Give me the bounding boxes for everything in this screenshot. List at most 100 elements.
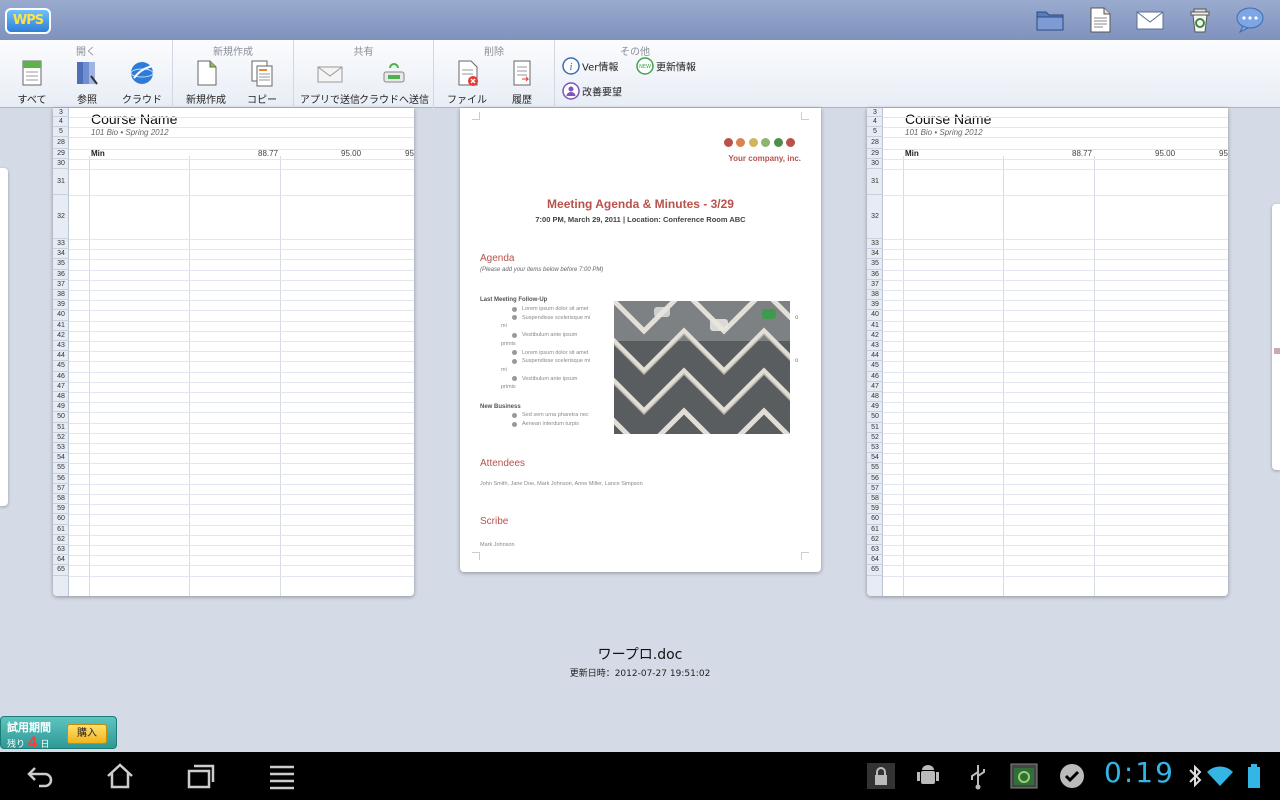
checkmark-icon xyxy=(1060,764,1084,788)
status-clock: 0:19 xyxy=(1104,756,1175,789)
previous-card-edge[interactable] xyxy=(0,168,8,506)
row-number: 64 xyxy=(53,555,69,566)
copy-button[interactable]: コピー xyxy=(234,56,290,106)
mail-icon[interactable] xyxy=(1135,6,1165,34)
doc-meta: 7:00 PM, March 29, 2011 | Location: Conf… xyxy=(535,215,746,224)
bullet-item: Suspendisse scelerisque mi xyxy=(512,315,590,321)
cloud-upload-icon xyxy=(383,63,405,83)
svg-text:NEW: NEW xyxy=(639,64,651,70)
row-number: 42 xyxy=(867,331,883,341)
home-icon[interactable] xyxy=(105,762,135,790)
row-number: 58 xyxy=(53,494,69,505)
row-number: 64 xyxy=(867,555,883,566)
folder-icon[interactable] xyxy=(1035,6,1065,34)
row-number: 43 xyxy=(53,341,69,352)
row-number: 33 xyxy=(867,239,883,250)
version-info-button[interactable]: i Ver情報 xyxy=(562,57,618,77)
doc-title: Meeting Agenda & Minutes - 3/29 xyxy=(547,197,734,211)
copy-icon xyxy=(251,60,273,87)
row-number: 45 xyxy=(867,361,883,372)
menu-icon[interactable] xyxy=(267,762,297,790)
color-dot xyxy=(736,138,746,147)
scribe-name: Mark Johnson xyxy=(480,542,515,548)
svg-text:i: i xyxy=(569,61,572,73)
buy-button[interactable]: 購入 xyxy=(67,724,107,744)
row-number: 35 xyxy=(867,259,883,270)
send-by-app-button[interactable]: アプリで送信 xyxy=(300,56,360,106)
row-number: 38 xyxy=(53,290,69,301)
binder-icon xyxy=(77,62,98,85)
next-card-edge[interactable] xyxy=(1272,204,1280,470)
row-number: 38 xyxy=(867,290,883,301)
row-number: 31 xyxy=(53,169,69,195)
trial-days-suffix: 日 xyxy=(40,740,50,750)
row-number: 52 xyxy=(53,433,69,443)
row-number: 50 xyxy=(867,412,883,423)
delete-file-icon xyxy=(458,60,478,86)
row-number: 28 xyxy=(867,137,883,149)
trial-title: 試用期間 xyxy=(7,721,51,734)
row-number: 39 xyxy=(867,300,883,311)
row-number: 54 xyxy=(867,453,883,464)
sheet-value: 95.00 xyxy=(1155,149,1176,158)
row-number: 59 xyxy=(53,504,69,515)
update-info-label: 更新情報 xyxy=(656,62,696,74)
update-info-button[interactable]: NEW 更新情報 xyxy=(636,57,696,77)
cloud-button[interactable]: クラウド xyxy=(114,56,170,106)
sheet-course-title: Course Name xyxy=(905,111,992,127)
ribbon-group-other: その他 i Ver情報 NEW 更新情報 改善要望 xyxy=(555,40,715,108)
logo-text: WPS xyxy=(12,13,44,28)
row-number: 47 xyxy=(53,382,69,392)
file-name: ワープロ.doc xyxy=(597,647,683,663)
info-icon: i xyxy=(562,57,580,75)
spreadsheet-thumbnail-left[interactable]: Course Name 101 Bio • Spring 2012 Min 88… xyxy=(53,108,414,596)
feedback-label: 改善要望 xyxy=(582,87,622,99)
wifi-icon xyxy=(1207,766,1233,786)
bullet-item: Vestibulum ante ipsum xyxy=(512,332,577,338)
newbiz-heading: New Business xyxy=(480,404,521,410)
attendees-list: John Smith, Jane Doe, Mark Johnson, Anne… xyxy=(480,481,643,487)
wps-logo[interactable]: WPS xyxy=(5,8,51,34)
sheet-value: 88.77 xyxy=(1072,149,1093,158)
row-number: 36 xyxy=(53,270,69,280)
bullet-item: primis xyxy=(501,384,516,391)
send-to-cloud-label: クラウドへ送信 xyxy=(359,95,429,106)
ribbon-group-share: 共有 アプリで送信 クラウドへ送信 xyxy=(294,40,434,108)
row-number: 61 xyxy=(867,525,883,535)
document-thumbnail[interactable]: Your company, inc. Meeting Agenda & Minu… xyxy=(460,108,821,572)
back-icon[interactable] xyxy=(25,762,55,790)
row-number: 56 xyxy=(867,474,883,484)
row-number: 65 xyxy=(53,565,69,576)
row-number: 51 xyxy=(867,423,883,433)
ribbon-group-delete: 削除 ファイル 履歴 xyxy=(434,40,555,108)
delete-history-button[interactable]: 履歴 xyxy=(494,56,550,106)
recent-apps-icon[interactable] xyxy=(186,762,216,790)
spreadsheet-thumbnail-right[interactable]: Course Name 101 Bio • Spring 2012 Min 88… xyxy=(867,108,1228,596)
all-files-icon xyxy=(22,60,42,86)
row-number: 34 xyxy=(867,249,883,260)
company-name: Your company, inc. xyxy=(728,154,801,163)
row-number: 49 xyxy=(867,402,883,413)
document-icon[interactable] xyxy=(1085,6,1115,34)
person-icon xyxy=(562,82,580,100)
row-number: 53 xyxy=(53,443,69,454)
color-dot xyxy=(773,138,783,147)
bullet-item: Aenean interdum turpis xyxy=(512,421,579,427)
row-number: 57 xyxy=(867,484,883,494)
send-to-cloud-button[interactable]: クラウドへ送信 xyxy=(359,56,429,106)
row-number: 4 xyxy=(53,117,69,127)
row-number: 62 xyxy=(53,535,69,545)
row-number: 47 xyxy=(867,382,883,392)
chat-bubble-icon[interactable] xyxy=(1235,6,1265,34)
row-number: 46 xyxy=(53,372,69,382)
sheet-course-subtitle: 101 Bio • Spring 2012 xyxy=(905,128,983,137)
fence-photo xyxy=(614,301,790,434)
recycle-bin-icon[interactable] xyxy=(1185,6,1215,34)
row-number: 63 xyxy=(867,545,883,556)
color-dot xyxy=(786,138,795,147)
file-modified-date: 更新日時：2012-07-27 19:51:02 xyxy=(569,669,711,679)
feedback-button[interactable]: 改善要望 xyxy=(562,82,622,102)
row-number: 36 xyxy=(867,270,883,280)
row-number: 59 xyxy=(867,504,883,515)
sheet-value: 95 xyxy=(1219,149,1228,158)
